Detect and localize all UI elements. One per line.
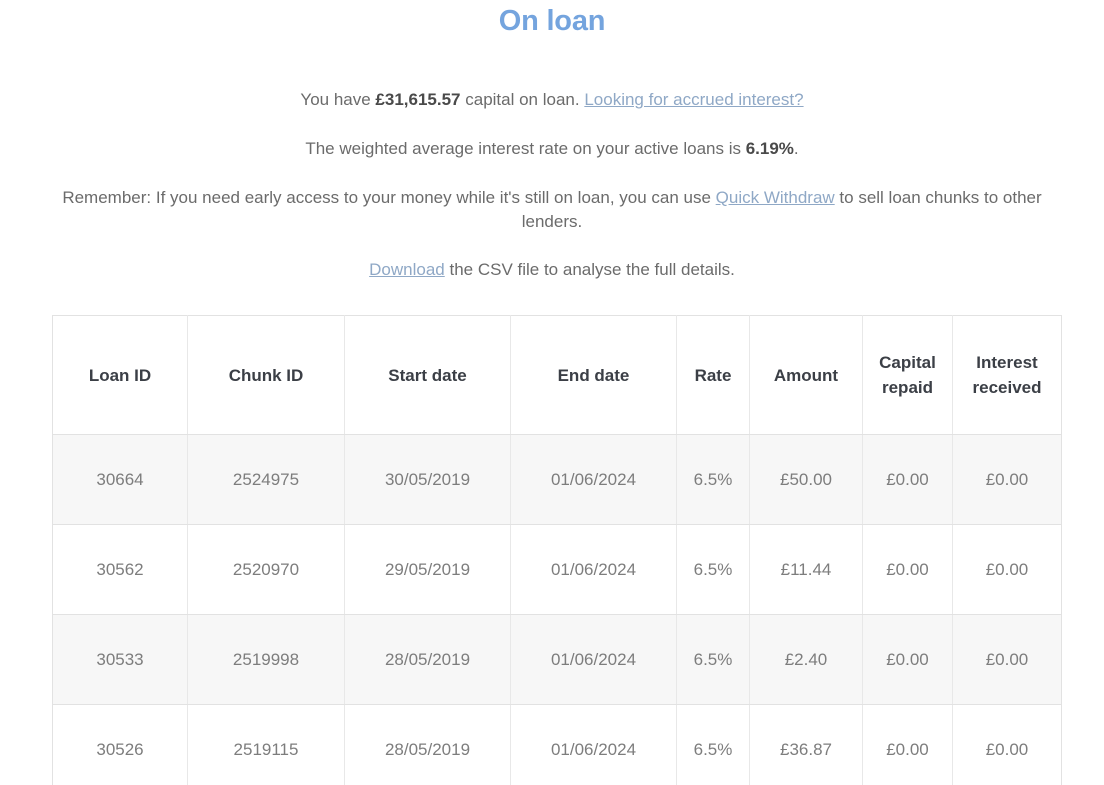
download-suffix-text: the CSV file to analyse the full details… xyxy=(444,260,735,279)
cell-capital-repaid: £0.00 xyxy=(862,524,953,615)
download-csv-sentence: Download the CSV file to analyse the ful… xyxy=(0,234,1104,282)
table-row[interactable]: 30562 2520970 29/05/2019 01/06/2024 6.5%… xyxy=(52,524,1062,615)
loans-table-body: 30664 2524975 30/05/2019 01/06/2024 6.5%… xyxy=(52,434,1062,785)
cell-end-date: 01/06/2024 xyxy=(510,704,677,785)
cell-capital-repaid: £0.00 xyxy=(862,434,953,525)
loans-table: Loan ID Chunk ID Start date End date Rat… xyxy=(52,315,1062,785)
column-header-interest-received-line1: Interest xyxy=(976,353,1038,372)
cell-rate: 6.5% xyxy=(676,614,750,705)
column-header-start-date-label: Start date xyxy=(388,365,467,385)
page-title: On loan xyxy=(498,5,606,37)
weighted-rate-value: 6.19% xyxy=(745,139,794,158)
weighted-prefix-text: The weighted average interest rate on yo… xyxy=(305,139,746,158)
column-header-capital-repaid: Capital repaid xyxy=(862,315,953,435)
cell-end-date: 01/06/2024 xyxy=(510,434,677,525)
accrued-interest-link[interactable]: Looking for accrued interest? xyxy=(584,90,803,109)
weighted-suffix-text: . xyxy=(793,139,799,158)
column-header-loan-id-label: Loan ID xyxy=(88,365,152,385)
cell-amount: £50.00 xyxy=(749,434,863,525)
cell-capital-repaid: £0.00 xyxy=(862,704,953,785)
cell-amount: £2.40 xyxy=(749,614,863,705)
cell-amount: £36.87 xyxy=(749,704,863,785)
cell-end-date: 01/06/2024 xyxy=(510,524,677,615)
capital-middle-text: capital on loan. xyxy=(460,90,585,109)
table-row[interactable]: 30664 2524975 30/05/2019 01/06/2024 6.5%… xyxy=(52,434,1062,525)
remember-prefix-text: Remember: If you need early access to yo… xyxy=(62,188,716,207)
column-header-amount: Amount xyxy=(749,315,863,435)
column-header-capital-repaid-line1: Capital xyxy=(879,353,936,372)
column-header-loan-id: Loan ID xyxy=(52,315,188,435)
cell-chunk-id: 2519115 xyxy=(187,704,345,785)
cell-start-date: 28/05/2019 xyxy=(344,614,511,705)
column-header-rate-label: Rate xyxy=(694,365,732,385)
table-header-row: Loan ID Chunk ID Start date End date Rat… xyxy=(52,315,1062,435)
cell-chunk-id: 2524975 xyxy=(187,434,345,525)
loans-table-header: Loan ID Chunk ID Start date End date Rat… xyxy=(52,315,1062,435)
column-header-interest-received: Interest received xyxy=(952,315,1062,435)
table-row[interactable]: 30526 2519115 28/05/2019 01/06/2024 6.5%… xyxy=(52,704,1062,785)
column-header-chunk-id: Chunk ID xyxy=(187,315,345,435)
weighted-average-rate-sentence: The weighted average interest rate on yo… xyxy=(0,112,1104,161)
cell-interest-received: £0.00 xyxy=(952,614,1062,705)
cell-loan-id: 30664 xyxy=(52,434,188,525)
column-header-chunk-id-label: Chunk ID xyxy=(228,365,304,385)
quick-withdraw-link[interactable]: Quick Withdraw xyxy=(716,188,835,207)
on-loan-page: On loan You have £31,615.57 capital on l… xyxy=(0,0,1104,785)
column-header-end-date-label: End date xyxy=(557,365,630,385)
cell-rate: 6.5% xyxy=(676,524,750,615)
cell-start-date: 29/05/2019 xyxy=(344,524,511,615)
cell-chunk-id: 2520970 xyxy=(187,524,345,615)
loans-table-container: Loan ID Chunk ID Start date End date Rat… xyxy=(52,315,1062,785)
cell-chunk-id: 2519998 xyxy=(187,614,345,705)
download-csv-link[interactable]: Download xyxy=(369,260,445,279)
column-header-interest-received-line2: received xyxy=(972,378,1042,397)
cell-loan-id: 30533 xyxy=(52,614,188,705)
column-header-start-date: Start date xyxy=(344,315,511,435)
cell-end-date: 01/06/2024 xyxy=(510,614,677,705)
column-header-amount-label: Amount xyxy=(773,365,839,385)
cell-loan-id: 30562 xyxy=(52,524,188,615)
column-header-end-date: End date xyxy=(510,315,677,435)
capital-amount-value: £31,615.57 xyxy=(375,90,461,109)
cell-loan-id: 30526 xyxy=(52,704,188,785)
cell-start-date: 28/05/2019 xyxy=(344,704,511,785)
capital-on-loan-sentence: You have £31,615.57 capital on loan. Loo… xyxy=(0,40,1104,112)
cell-rate: 6.5% xyxy=(676,704,750,785)
table-row[interactable]: 30533 2519998 28/05/2019 01/06/2024 6.5%… xyxy=(52,614,1062,705)
column-header-rate: Rate xyxy=(676,315,750,435)
cell-interest-received: £0.00 xyxy=(952,704,1062,785)
cell-rate: 6.5% xyxy=(676,434,750,525)
cell-amount: £11.44 xyxy=(749,524,863,615)
cell-capital-repaid: £0.00 xyxy=(862,614,953,705)
cell-interest-received: £0.00 xyxy=(952,434,1062,525)
quick-withdraw-reminder: Remember: If you need early access to yo… xyxy=(45,161,1059,234)
cell-interest-received: £0.00 xyxy=(952,524,1062,615)
capital-prefix-text: You have xyxy=(300,90,376,109)
cell-start-date: 30/05/2019 xyxy=(344,434,511,525)
column-header-capital-repaid-line2: repaid xyxy=(881,378,934,397)
